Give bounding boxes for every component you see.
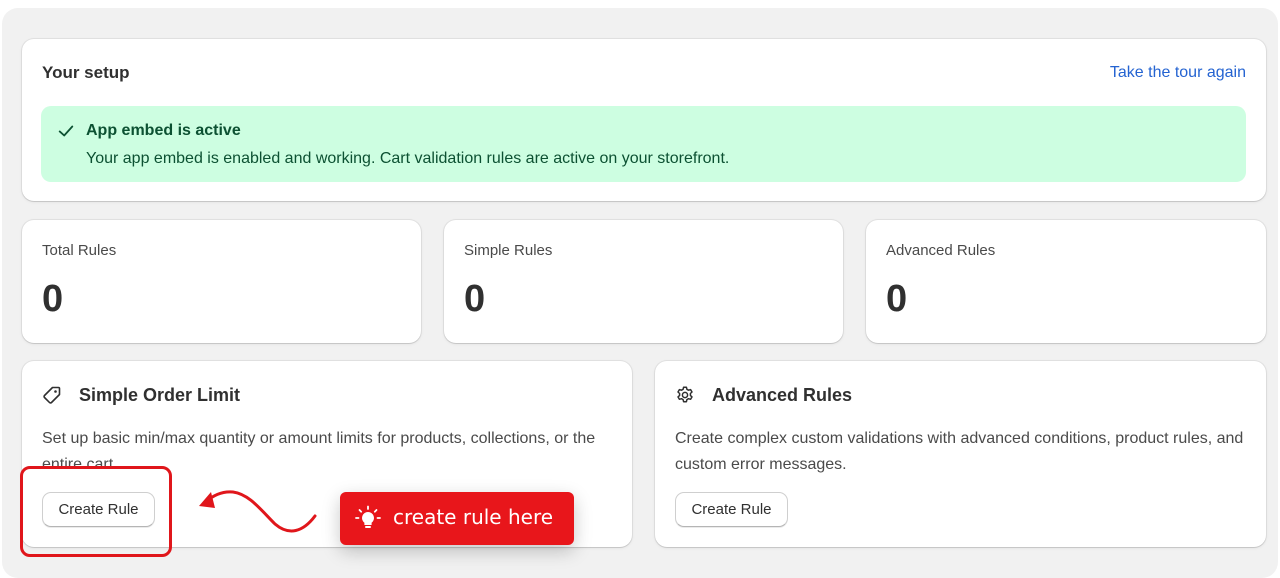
banner-text: Your app embed is enabled and working. C…	[86, 150, 730, 167]
feature-title: Simple Order Limit	[79, 385, 241, 405]
stat-value: 0	[464, 278, 486, 320]
take-tour-link[interactable]: Take the tour again	[1110, 64, 1246, 82]
stat-card-simple-rules: Simple Rules 0	[444, 220, 843, 343]
stat-value: 0	[42, 278, 64, 320]
create-simple-rule-button[interactable]: Create Rule	[42, 492, 155, 527]
stat-card-total-rules: Total Rules 0	[22, 220, 421, 343]
create-advanced-rule-button[interactable]: Create Rule	[675, 492, 788, 527]
stat-label: Total Rules	[42, 242, 117, 259]
setup-title: Your setup	[42, 63, 130, 82]
setup-card: Your setup Take the tour again App embed…	[22, 39, 1266, 201]
feature-description: Set up basic min/max quantity or amount …	[42, 430, 596, 473]
advanced-rules-card: Advanced Rules Create complex custom val…	[655, 361, 1266, 547]
callout-text: create rule here	[393, 505, 554, 529]
gear-icon	[677, 386, 693, 403]
stat-value: 0	[886, 278, 908, 320]
banner-title: App embed is active	[86, 122, 241, 139]
stat-label: Advanced Rules	[886, 242, 996, 259]
tutorial-callout: create rule here	[340, 492, 574, 545]
feature-title: Advanced Rules	[712, 385, 853, 405]
tag-icon	[43, 386, 61, 404]
feature-description: Create complex custom validations with a…	[675, 430, 1244, 473]
app-embed-status-banner: App embed is active Your app embed is en…	[41, 106, 1246, 182]
stat-card-advanced-rules: Advanced Rules 0	[866, 220, 1266, 343]
stat-label: Simple Rules	[464, 242, 553, 259]
lightbulb-icon	[355, 505, 381, 528]
checkmark-icon	[58, 125, 74, 137]
